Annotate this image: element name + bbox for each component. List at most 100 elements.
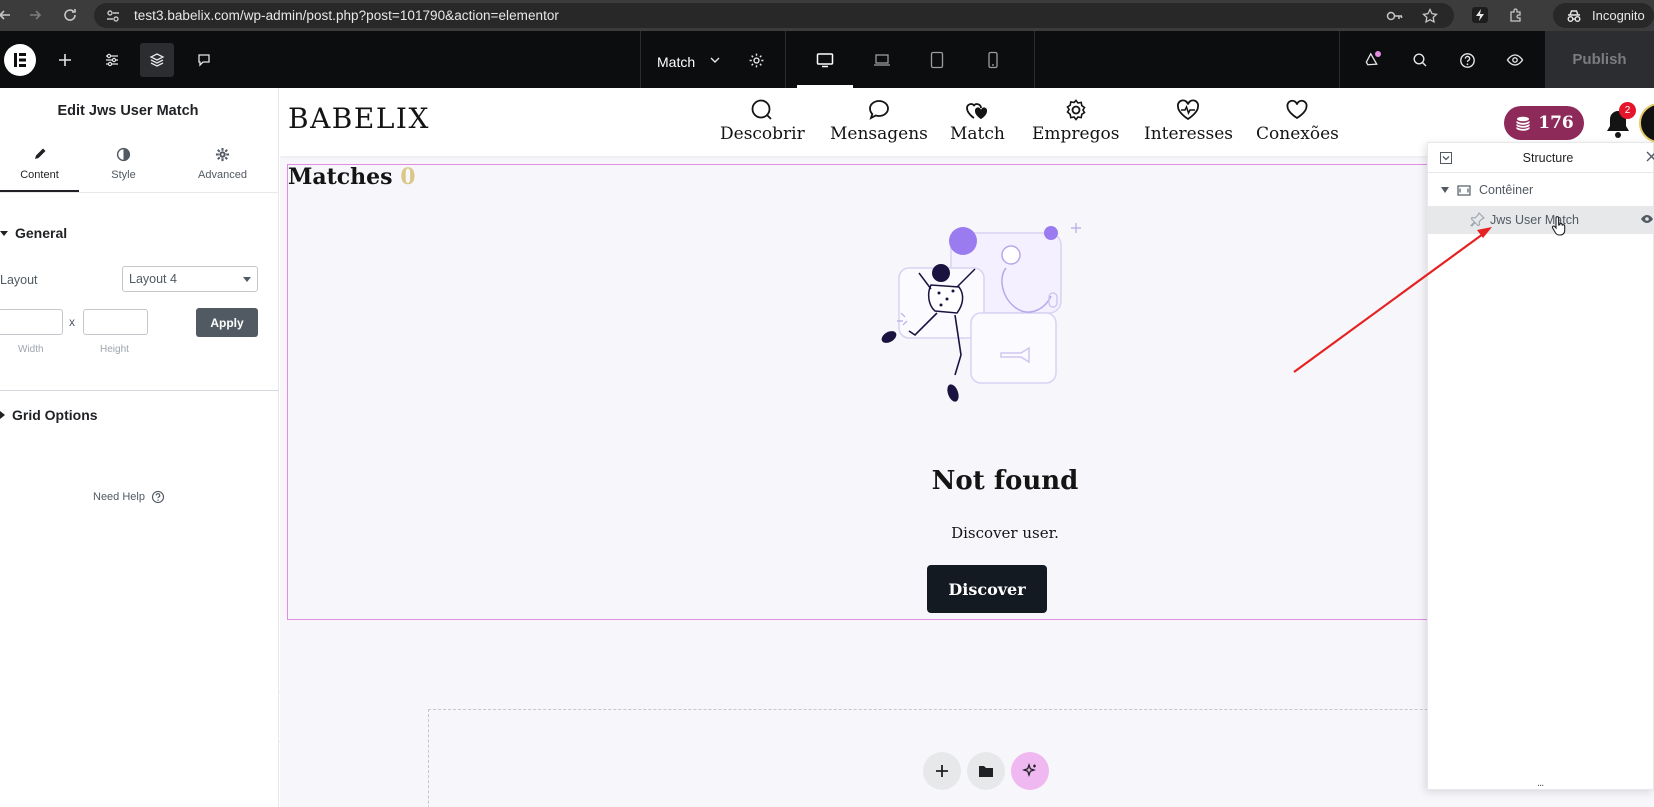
heartbeat-icon — [1175, 98, 1201, 122]
navigator-resize-handle[interactable]: ... — [1537, 777, 1544, 789]
layout-select[interactable]: Layout 4 — [122, 266, 258, 292]
nav-label: Interesses — [1144, 124, 1233, 144]
width-label: Width — [18, 344, 44, 355]
whats-new-megaphone-icon[interactable] — [1355, 43, 1389, 77]
dimension-separator: x — [69, 315, 75, 329]
navigator-item-container[interactable]: Contêiner — [1428, 177, 1654, 205]
nav-item-interesses[interactable]: Interesses — [1144, 98, 1233, 144]
section-grid-options-label: Grid Options — [12, 407, 98, 423]
nav-label: Conexões — [1256, 124, 1339, 144]
navigator-item-label: Contêiner — [1479, 183, 1534, 197]
width-input[interactable] — [0, 309, 63, 335]
incognito-indicator[interactable]: Incognito — [1553, 3, 1654, 28]
coins-badge[interactable]: 176 — [1504, 106, 1584, 140]
caret-right-icon — [0, 411, 5, 419]
user-avatar[interactable] — [1639, 103, 1654, 143]
tab-style[interactable]: Style — [84, 146, 163, 192]
incognito-icon — [1563, 5, 1585, 27]
layout-label: Layout — [0, 273, 38, 287]
reload-icon[interactable] — [59, 4, 81, 26]
matches-count: 0 — [400, 164, 416, 190]
not-found-subtitle: Discover user. — [951, 524, 1059, 542]
nav-label: Empregos — [1032, 124, 1120, 144]
half-circle-icon — [116, 146, 132, 162]
site-settings-sliders-icon[interactable] — [95, 43, 129, 77]
section-general-label: General — [15, 225, 68, 241]
structure-navigator: Structure Contêiner Jws User Match ... — [1427, 142, 1654, 790]
site-logo[interactable]: BABELIX — [288, 102, 430, 135]
tab-content[interactable]: Content — [0, 146, 79, 192]
nav-item-match[interactable]: Match — [950, 98, 1005, 144]
back-icon[interactable] — [0, 4, 16, 26]
need-help-label: Need Help — [93, 491, 145, 503]
navigator-header[interactable]: Structure — [1428, 143, 1654, 173]
extensions-puzzle-icon[interactable] — [1505, 4, 1527, 26]
container-icon — [1457, 185, 1471, 196]
page-name[interactable]: Match — [657, 54, 695, 70]
nav-item-mensagens[interactable]: Mensagens — [830, 98, 928, 144]
forward-icon[interactable] — [24, 4, 46, 26]
publish-button[interactable]: Publish — [1545, 31, 1654, 88]
close-icon[interactable] — [1646, 151, 1654, 162]
tab-style-label: Style — [111, 169, 136, 181]
nav-item-descobrir[interactable]: Descobrir — [720, 98, 805, 144]
height-input[interactable] — [83, 309, 148, 335]
incognito-label: Incognito — [1592, 8, 1645, 23]
tablet-device-icon[interactable] — [920, 43, 954, 77]
add-section-plus-icon[interactable] — [923, 752, 961, 790]
structure-layers-icon[interactable] — [140, 43, 174, 77]
laptop-device-icon[interactable] — [865, 43, 899, 77]
empty-state-illustration — [871, 213, 1101, 433]
visibility-eye-icon[interactable] — [1640, 214, 1654, 224]
caret-down-icon[interactable] — [1441, 187, 1449, 193]
chevron-down-icon[interactable] — [698, 43, 732, 77]
ai-sparkle-icon[interactable] — [1011, 752, 1049, 790]
apply-button[interactable]: Apply — [196, 308, 258, 337]
nav-item-empregos[interactable]: Empregos — [1032, 98, 1119, 144]
chat-bubble-icon — [866, 98, 892, 122]
section-general-toggle[interactable]: General — [0, 225, 67, 241]
url-text[interactable]: test3.babelix.com/wp-admin/post.php?post… — [134, 8, 559, 23]
nav-item-conexoes[interactable]: Conexões — [1256, 98, 1339, 144]
gear-icon — [215, 146, 231, 162]
navigator-item-jws-user-match[interactable]: Jws User Match — [1428, 206, 1654, 236]
height-label: Height — [100, 344, 129, 355]
not-found-title: Not found — [931, 466, 1079, 496]
matches-title: Matches — [288, 164, 393, 190]
preview-eye-icon[interactable] — [1498, 43, 1532, 77]
coins-count: 176 — [1538, 113, 1574, 133]
jws-user-match-widget[interactable] — [287, 164, 1450, 620]
coins-icon — [1516, 116, 1531, 131]
page-settings-gear-icon[interactable] — [739, 43, 773, 77]
site-settings-icon[interactable] — [102, 5, 124, 27]
search-icon — [749, 98, 775, 122]
section-grid-options-toggle[interactable]: Grid Options — [0, 407, 98, 423]
help-icon[interactable] — [1450, 43, 1484, 77]
nav-label: Descobrir — [720, 124, 805, 144]
address-bar[interactable]: test3.babelix.com/wp-admin/post.php?post… — [94, 3, 1454, 28]
matches-heading: Matches 0 — [288, 164, 416, 190]
tab-advanced[interactable]: Advanced — [183, 146, 262, 192]
gear-icon — [1063, 98, 1089, 122]
add-element-icon[interactable] — [48, 43, 82, 77]
discover-button[interactable]: Discover — [927, 565, 1047, 613]
browser-toolbar: test3.babelix.com/wp-admin/post.php?post… — [0, 0, 1654, 31]
need-help-link[interactable]: Need Help — [93, 490, 165, 504]
comments-icon[interactable] — [187, 43, 221, 77]
widget-pin-icon — [1470, 212, 1485, 227]
add-template-folder-icon[interactable] — [967, 752, 1005, 790]
elementor-logo-button[interactable] — [2, 42, 38, 78]
key-icon[interactable] — [1384, 5, 1406, 27]
mobile-device-icon[interactable] — [976, 43, 1010, 77]
mouse-hand-cursor-icon — [1551, 216, 1567, 236]
tab-content-label: Content — [20, 169, 59, 181]
notifications-count-badge: 2 — [1619, 102, 1636, 119]
extension-bolt-icon[interactable] — [1469, 4, 1491, 26]
layout-select-value: Layout 4 — [129, 272, 177, 286]
navigator-title: Structure — [1522, 151, 1574, 165]
bookmark-star-icon[interactable] — [1419, 5, 1441, 27]
tab-advanced-label: Advanced — [198, 169, 247, 181]
widget-settings-panel: Edit Jws User Match Content Style Advanc… — [0, 88, 279, 807]
desktop-device-icon[interactable] — [808, 43, 842, 77]
search-icon[interactable] — [1403, 43, 1437, 77]
